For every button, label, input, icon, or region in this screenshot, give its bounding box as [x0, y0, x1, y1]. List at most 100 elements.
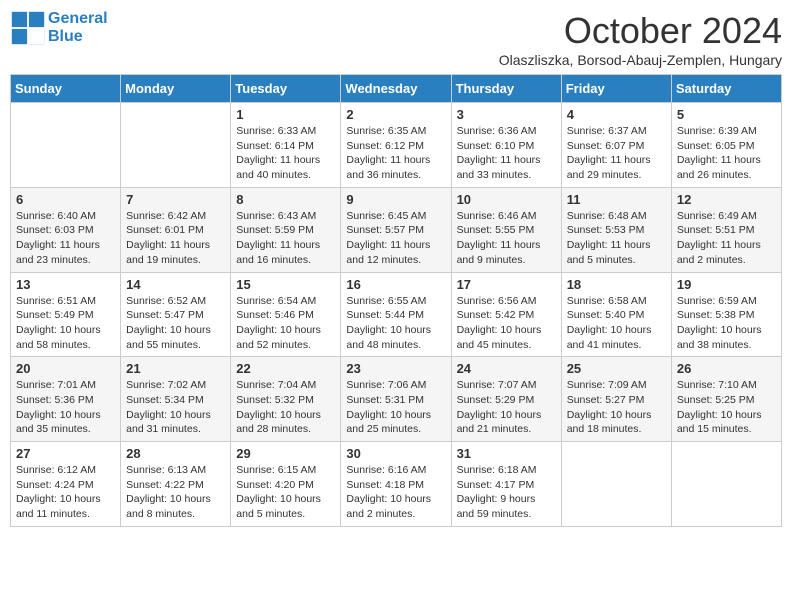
day-number: 12 [677, 192, 776, 207]
title-section: October 2024 Olaszliszka, Borsod-Abauj-Z… [499, 10, 782, 68]
day-number: 8 [236, 192, 335, 207]
day-number: 24 [457, 361, 556, 376]
calendar-cell: 11 Sunrise: 6:48 AMSunset: 5:53 PMDayligh… [561, 187, 671, 272]
calendar-week-row: 6Sunrise: 6:40 AMSunset: 6:03 PMDaylight… [11, 187, 782, 272]
calendar-cell [561, 442, 671, 527]
calendar-cell: 22Sunrise: 7:04 AMSunset: 5:32 PMDayligh… [231, 357, 341, 442]
calendar-cell: 2Sunrise: 6:35 AMSunset: 6:12 PMDaylight… [341, 103, 451, 188]
day-info: Sunrise: 6:48 AMSunset: 5:53 PMDaylight:… [567, 209, 666, 268]
calendar-cell: 4 Sunrise: 6:37 AMSunset: 6:07 PMDaylight… [561, 103, 671, 188]
calendar-cell [121, 103, 231, 188]
calendar-cell [671, 442, 781, 527]
calendar-cell: 15 Sunrise: 6:54 AMSunset: 5:46 PMDayligh… [231, 272, 341, 357]
day-info: Sunrise: 6:16 AMSunset: 4:18 PMDaylight:… [346, 463, 445, 522]
weekday-header-sunday: Sunday [11, 75, 121, 103]
day-info: Sunrise: 7:06 AMSunset: 5:31 PMDaylight:… [346, 378, 445, 437]
day-info: Sunrise: 6:49 AMSunset: 5:51 PMDaylight:… [677, 209, 776, 268]
day-info: Sunrise: 6:33 AMSunset: 6:14 PMDaylight:… [236, 124, 335, 183]
day-number: 19 [677, 277, 776, 292]
day-number: 1 [236, 107, 335, 122]
day-info: Sunrise: 7:01 AMSunset: 5:36 PMDaylight:… [16, 378, 115, 437]
day-number: 28 [126, 446, 225, 461]
day-number: 14 [126, 277, 225, 292]
calendar-cell: 17Sunrise: 6:56 AMSunset: 5:42 PMDayligh… [451, 272, 561, 357]
day-info: Sunrise: 7:10 AMSunset: 5:25 PMDaylight:… [677, 378, 776, 437]
day-info: Sunrise: 6:42 AMSunset: 6:01 PMDaylight:… [126, 209, 225, 268]
day-info: Sunrise: 6:13 AMSunset: 4:22 PMDaylight:… [126, 463, 225, 522]
calendar-week-row: 1 Sunrise: 6:33 AMSunset: 6:14 PMDaylight… [11, 103, 782, 188]
calendar-week-row: 27 Sunrise: 6:12 AMSunset: 4:24 PMDayligh… [11, 442, 782, 527]
location-subtitle: Olaszliszka, Borsod-Abauj-Zemplen, Hunga… [499, 52, 782, 68]
day-number: 10 [457, 192, 556, 207]
day-info: Sunrise: 6:59 AMSunset: 5:38 PMDaylight:… [677, 294, 776, 353]
day-info: Sunrise: 6:45 AMSunset: 5:57 PMDaylight:… [346, 209, 445, 268]
day-info: Sunrise: 6:36 AMSunset: 6:10 PMDaylight:… [457, 124, 556, 183]
logo: General Blue [10, 10, 108, 46]
calendar-cell: 9 Sunrise: 6:45 AMSunset: 5:57 PMDaylight… [341, 187, 451, 272]
calendar-cell: 24 Sunrise: 7:07 AMSunset: 5:29 PMDayligh… [451, 357, 561, 442]
weekday-header-friday: Friday [561, 75, 671, 103]
day-number: 31 [457, 446, 556, 461]
day-info: Sunrise: 6:15 AMSunset: 4:20 PMDaylight:… [236, 463, 335, 522]
calendar-cell [11, 103, 121, 188]
day-number: 15 [236, 277, 335, 292]
weekday-header-tuesday: Tuesday [231, 75, 341, 103]
logo-icon [10, 10, 46, 46]
day-info: Sunrise: 6:12 AMSunset: 4:24 PMDaylight:… [16, 463, 115, 522]
day-number: 29 [236, 446, 335, 461]
day-number: 9 [346, 192, 445, 207]
calendar-cell: 27 Sunrise: 6:12 AMSunset: 4:24 PMDayligh… [11, 442, 121, 527]
calendar-cell: 28 Sunrise: 6:13 AMSunset: 4:22 PMDayligh… [121, 442, 231, 527]
calendar-cell: 12 Sunrise: 6:49 AMSunset: 5:51 PMDayligh… [671, 187, 781, 272]
day-info: Sunrise: 6:35 AMSunset: 6:12 PMDaylight:… [346, 124, 445, 183]
page-header: General Blue October 2024 Olaszliszka, B… [10, 10, 782, 68]
day-number: 20 [16, 361, 115, 376]
day-info: Sunrise: 6:58 AMSunset: 5:40 PMDaylight:… [567, 294, 666, 353]
day-number: 6 [16, 192, 115, 207]
day-info: Sunrise: 7:07 AMSunset: 5:29 PMDaylight:… [457, 378, 556, 437]
weekday-header-saturday: Saturday [671, 75, 781, 103]
calendar-cell: 26 Sunrise: 7:10 AMSunset: 5:25 PMDayligh… [671, 357, 781, 442]
day-info: Sunrise: 6:37 AMSunset: 6:07 PMDaylight:… [567, 124, 666, 183]
day-number: 25 [567, 361, 666, 376]
month-title: October 2024 [499, 10, 782, 52]
day-info: Sunrise: 6:39 AMSunset: 6:05 PMDaylight:… [677, 124, 776, 183]
calendar-cell: 7 Sunrise: 6:42 AMSunset: 6:01 PMDaylight… [121, 187, 231, 272]
day-number: 13 [16, 277, 115, 292]
day-number: 17 [457, 277, 556, 292]
calendar-week-row: 20 Sunrise: 7:01 AMSunset: 5:36 PMDayligh… [11, 357, 782, 442]
day-number: 26 [677, 361, 776, 376]
day-info: Sunrise: 6:54 AMSunset: 5:46 PMDaylight:… [236, 294, 335, 353]
calendar-cell: 1 Sunrise: 6:33 AMSunset: 6:14 PMDaylight… [231, 103, 341, 188]
calendar-cell: 18Sunrise: 6:58 AMSunset: 5:40 PMDayligh… [561, 272, 671, 357]
calendar-cell: 16 Sunrise: 6:55 AMSunset: 5:44 PMDayligh… [341, 272, 451, 357]
day-number: 7 [126, 192, 225, 207]
calendar-cell: 23 Sunrise: 7:06 AMSunset: 5:31 PMDayligh… [341, 357, 451, 442]
day-number: 16 [346, 277, 445, 292]
calendar-cell: 10Sunrise: 6:46 AMSunset: 5:55 PMDayligh… [451, 187, 561, 272]
day-info: Sunrise: 7:02 AMSunset: 5:34 PMDaylight:… [126, 378, 225, 437]
day-info: Sunrise: 6:18 AMSunset: 4:17 PMDaylight:… [457, 463, 556, 522]
calendar-cell: 25 Sunrise: 7:09 AMSunset: 5:27 PMDayligh… [561, 357, 671, 442]
calendar-cell: 29 Sunrise: 6:15 AMSunset: 4:20 PMDayligh… [231, 442, 341, 527]
day-info: Sunrise: 7:09 AMSunset: 5:27 PMDaylight:… [567, 378, 666, 437]
calendar-cell: 19 Sunrise: 6:59 AMSunset: 5:38 PMDayligh… [671, 272, 781, 357]
weekday-header-thursday: Thursday [451, 75, 561, 103]
calendar-cell: 5 Sunrise: 6:39 AMSunset: 6:05 PMDaylight… [671, 103, 781, 188]
day-info: Sunrise: 6:51 AMSunset: 5:49 PMDaylight:… [16, 294, 115, 353]
day-number: 23 [346, 361, 445, 376]
calendar-cell: 20 Sunrise: 7:01 AMSunset: 5:36 PMDayligh… [11, 357, 121, 442]
calendar-week-row: 13 Sunrise: 6:51 AMSunset: 5:49 PMDayligh… [11, 272, 782, 357]
day-number: 30 [346, 446, 445, 461]
day-number: 27 [16, 446, 115, 461]
calendar-cell: 30 Sunrise: 6:16 AMSunset: 4:18 PMDayligh… [341, 442, 451, 527]
day-number: 3 [457, 107, 556, 122]
day-info: Sunrise: 6:43 AMSunset: 5:59 PMDaylight:… [236, 209, 335, 268]
day-number: 11 [567, 192, 666, 207]
weekday-header-monday: Monday [121, 75, 231, 103]
day-number: 4 [567, 107, 666, 122]
day-info: Sunrise: 6:52 AMSunset: 5:47 PMDaylight:… [126, 294, 225, 353]
calendar-header-row: SundayMondayTuesdayWednesdayThursdayFrid… [11, 75, 782, 103]
day-number: 5 [677, 107, 776, 122]
day-info: Sunrise: 6:55 AMSunset: 5:44 PMDaylight:… [346, 294, 445, 353]
